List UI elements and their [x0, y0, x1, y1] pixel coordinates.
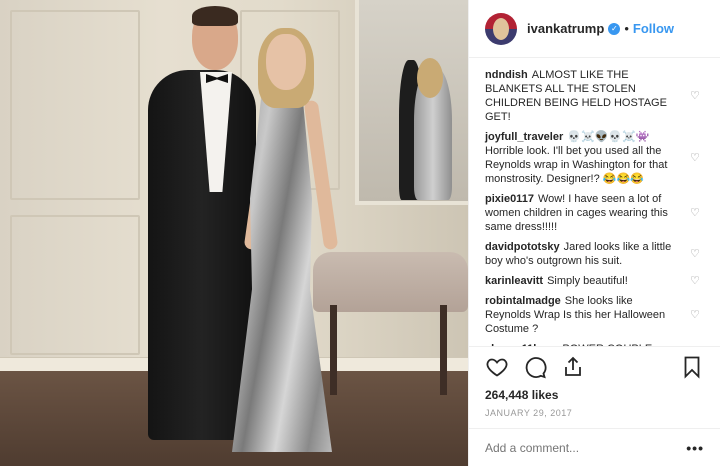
woman-head: [266, 34, 306, 90]
post-header: ivankatrump ✓ • Follow: [469, 0, 720, 58]
instagram-post: ivankatrump ✓ • Follow ndndish ALMOST LIK…: [0, 0, 720, 466]
follow-button[interactable]: Follow: [633, 21, 674, 36]
wall-mirror: [355, 0, 468, 205]
wall-panel: [10, 215, 140, 355]
comment-like-heart-icon[interactable]: ♡: [690, 90, 702, 102]
bench-leg: [440, 305, 447, 395]
comment-item: davidpototsky Jared looks like a little b…: [485, 240, 704, 268]
like-count[interactable]: 264,448 likes: [469, 388, 720, 402]
man-hair: [192, 6, 238, 26]
post-date: JANUARY 29, 2017: [485, 408, 573, 418]
comment-like-heart-icon[interactable]: ♡: [690, 275, 702, 287]
comment-username[interactable]: karinleavitt: [485, 275, 543, 287]
comment-like-heart-icon[interactable]: ♡: [690, 248, 702, 260]
comment-item: joyfull_traveler 💀☠️👽💀☠️👾 Horrible look. …: [485, 130, 704, 186]
comment-item: karinleavitt Simply beautiful! ♡: [485, 274, 704, 288]
more-options-button[interactable]: •••: [686, 440, 704, 456]
comment-username[interactable]: sharon11benz: [485, 343, 558, 346]
post-photo[interactable]: [0, 0, 468, 466]
username-link[interactable]: ivankatrump: [527, 21, 604, 36]
upholstered-bench: [313, 252, 468, 312]
heart-icon[interactable]: [485, 355, 509, 379]
man-tuxedo: [148, 70, 256, 440]
comment-username[interactable]: davidpototsky: [485, 241, 560, 253]
post-side-panel: ivankatrump ✓ • Follow ndndish ALMOST LIK…: [468, 0, 720, 466]
bench-leg: [330, 305, 337, 395]
comment-like-heart-icon[interactable]: ♡: [690, 152, 702, 164]
separator: •: [624, 21, 629, 36]
comment-item: pixie0117 Wow! I have seen a lot of women…: [485, 192, 704, 234]
comment-item: robintalmadge She looks like Reynolds Wra…: [485, 294, 704, 336]
avatar[interactable]: [485, 12, 517, 45]
comment-text: Simply beautiful!: [547, 275, 628, 287]
action-bar: [469, 346, 720, 386]
comment-like-heart-icon[interactable]: ♡: [690, 309, 702, 321]
comment-username[interactable]: robintalmadge: [485, 295, 561, 307]
wall-panel: [10, 10, 140, 200]
bookmark-icon[interactable]: [680, 355, 704, 379]
comment-item: ndndish ALMOST LIKE THE BLANKETS ALL THE …: [485, 68, 704, 124]
mirror-reflection: [417, 58, 443, 98]
comment-list: ndndish ALMOST LIKE THE BLANKETS ALL THE …: [469, 58, 720, 346]
share-icon[interactable]: [561, 355, 585, 379]
comment-like-heart-icon[interactable]: ♡: [690, 207, 702, 219]
comment-icon[interactable]: [523, 355, 547, 379]
comment-username[interactable]: pixie0117: [485, 193, 534, 205]
add-comment-input[interactable]: [485, 440, 687, 455]
comment-username[interactable]: ndndish: [485, 69, 528, 81]
comment-composer: •••: [469, 428, 720, 466]
comment-username[interactable]: joyfull_traveler: [485, 131, 563, 143]
verified-badge-icon: ✓: [608, 22, 621, 35]
comment-item: sharon11benzPOWER COUPLE SENT TO PRISON♡: [485, 342, 704, 346]
